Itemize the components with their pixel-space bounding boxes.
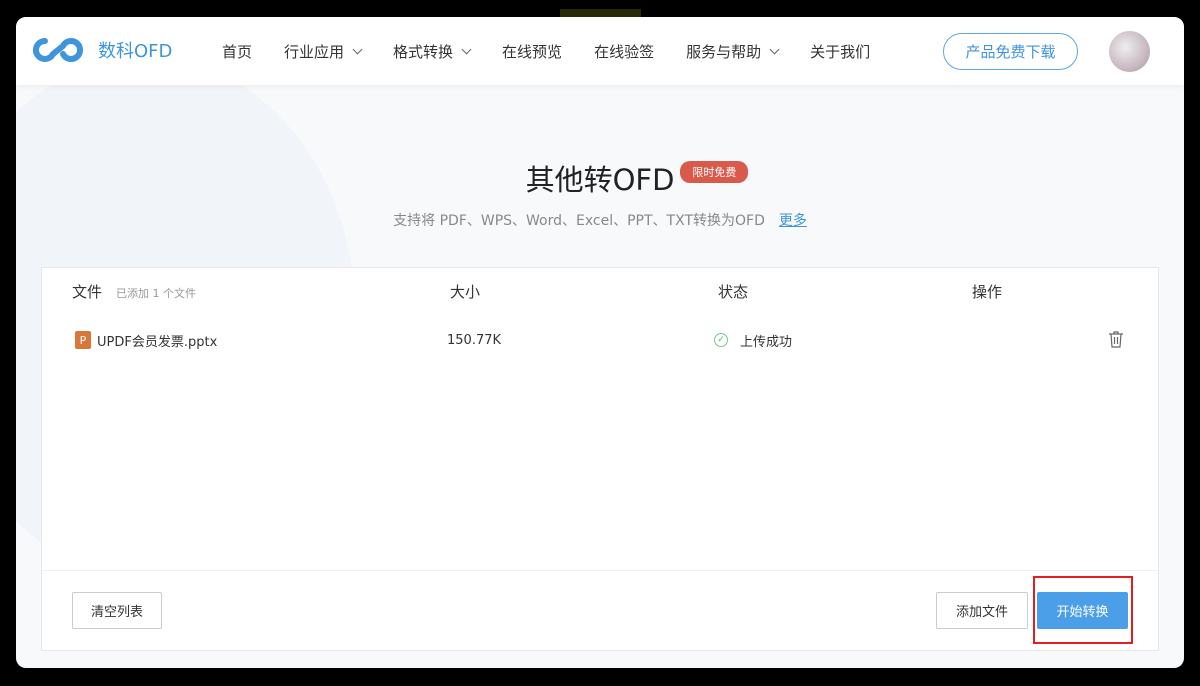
- logo[interactable]: 数科OFD: [32, 37, 172, 63]
- page-title-text: 其他转OFD: [525, 163, 675, 197]
- page-title: 其他转OFD 限时免费: [525, 157, 749, 199]
- highlight-box: [1033, 576, 1133, 644]
- header-status: 状态: [718, 283, 749, 301]
- pptx-file-icon: P: [75, 331, 91, 349]
- nav-item-label: 在线验签: [594, 43, 655, 61]
- nav-item-1[interactable]: 行业应用: [284, 41, 363, 62]
- clear-list-button[interactable]: 清空列表: [72, 592, 162, 629]
- nav-item-label: 首页: [222, 43, 253, 61]
- trash-icon[interactable]: [1108, 330, 1124, 348]
- file-name: UPDF会员发票.pptx: [97, 334, 218, 350]
- nav-item-label: 服务与帮助: [686, 43, 762, 61]
- logo-text: 数科OFD: [98, 41, 173, 62]
- chevron-down-icon: [769, 44, 780, 55]
- main-nav: 首页 行业应用 格式转换 在线预览 在线验签 服务与帮助 关于我们: [222, 41, 902, 62]
- nav-item-label: 关于我们: [810, 43, 871, 61]
- header-file-label: 文件: [72, 283, 103, 301]
- nav-item-3[interactable]: 在线预览: [502, 41, 562, 62]
- nav-item-4[interactable]: 在线验签: [594, 41, 654, 62]
- check-icon: ✓: [714, 333, 728, 347]
- nav-item-5[interactable]: 服务与帮助: [686, 41, 780, 62]
- more-link[interactable]: 更多: [779, 213, 807, 229]
- file-size: 150.77K: [447, 332, 502, 348]
- file-status: 上传成功: [740, 334, 793, 350]
- nav-item-0[interactable]: 首页: [222, 41, 252, 62]
- free-badge: 限时免费: [680, 161, 749, 183]
- avatar[interactable]: [1109, 31, 1150, 72]
- nav-item-2[interactable]: 格式转换: [393, 41, 472, 62]
- nav-item-6[interactable]: 关于我们: [810, 41, 870, 62]
- table-row: P UPDF会员发票.pptx 150.77K ✓ 上传成功: [42, 328, 1158, 352]
- header-action: 操作: [972, 283, 1003, 301]
- subtitle: 支持将 PDF、WPS、Word、Excel、PPT、TXT转换为OFD 更多: [16, 210, 1184, 230]
- add-file-button[interactable]: 添加文件: [936, 592, 1028, 629]
- file-count: 已添加 1 个文件: [116, 287, 197, 300]
- browser-window: 数科OFD 首页 行业应用 格式转换 在线预览 在线验签 服务与帮助 关于我们 产品免费下载…: [16, 17, 1184, 668]
- header-size: 大小: [450, 283, 481, 301]
- subtitle-text: 支持将 PDF、WPS、Word、Excel、PPT、TXT转换为OFD: [393, 213, 765, 229]
- chevron-down-icon: [352, 44, 363, 55]
- divider: [42, 570, 1158, 571]
- download-button[interactable]: 产品免费下载: [943, 33, 1078, 70]
- nav-item-label: 行业应用: [284, 43, 345, 61]
- chevron-down-icon: [461, 44, 472, 55]
- nav-item-label: 在线预览: [502, 43, 563, 61]
- file-panel: 文件 已添加 1 个文件 大小 状态 操作 P UPDF会员发票.pptx 150.…: [41, 267, 1159, 651]
- header-file: 文件 已添加 1 个文件: [72, 281, 196, 302]
- background-strip: [560, 9, 641, 17]
- header: 数科OFD 首页 行业应用 格式转换 在线预览 在线验签 服务与帮助 关于我们 产品免费下载: [16, 17, 1184, 85]
- logo-icon: [32, 37, 84, 62]
- nav-item-label: 格式转换: [393, 43, 454, 61]
